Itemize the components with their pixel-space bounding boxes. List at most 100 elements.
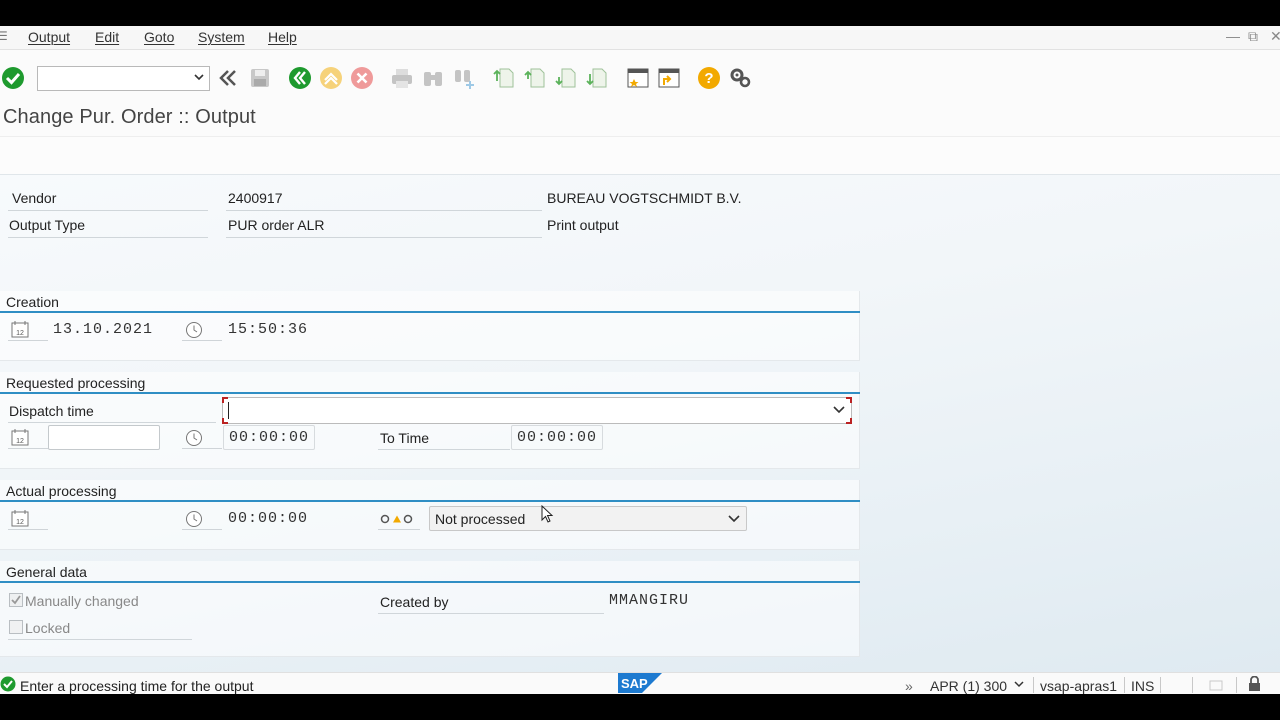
to-time-value: 00:00:00 [517, 429, 598, 446]
actual-date-icon-cell: 12 [8, 508, 48, 530]
command-input[interactable] [38, 67, 188, 89]
chevron-down-icon[interactable] [833, 405, 845, 415]
focus-corner [846, 418, 852, 424]
application-toolbar [0, 136, 1280, 174]
general-data-header: General data [0, 561, 860, 583]
actual-time-value: 00:00:00 [228, 510, 309, 527]
locked-underline [8, 639, 192, 640]
collapse-double-left-icon[interactable] [216, 66, 240, 90]
svg-text:12: 12 [16, 438, 24, 445]
chevron-down-icon[interactable] [194, 70, 204, 84]
vendor-value: 2400917 [228, 190, 283, 206]
svg-text:?: ? [704, 70, 713, 87]
to-time-label: To Time [380, 430, 430, 446]
actual-time-icon-cell [182, 508, 222, 530]
status-separator [1236, 677, 1237, 693]
svg-text:12: 12 [16, 519, 24, 526]
insert-mode[interactable]: INS [1131, 678, 1154, 694]
create-session-icon[interactable] [626, 66, 650, 90]
clock-icon [186, 430, 202, 446]
general-data-title: General data [6, 564, 87, 580]
calendar-icon: 12 [11, 429, 29, 446]
locked-session-icon [1209, 680, 1223, 691]
dispatch-time-label: Dispatch time [9, 403, 94, 419]
status-message[interactable]: Enter a processing time for the output [20, 678, 253, 694]
processing-status-select[interactable]: Not processed [429, 506, 747, 531]
clock-icon [186, 322, 202, 338]
enter-check-icon[interactable] [1, 66, 25, 90]
save-icon[interactable] [248, 66, 272, 90]
created-by-label-underline [378, 613, 604, 614]
actual-processing-title: Actual processing [6, 483, 117, 499]
print-icon[interactable] [390, 66, 414, 90]
standard-toolbar: ? [0, 50, 1280, 110]
requested-date-icon-cell: 12 [8, 427, 48, 449]
output-type-value: PUR order ALR [228, 217, 325, 233]
focus-corner [846, 397, 852, 403]
last-page-icon[interactable] [586, 66, 610, 90]
requested-time-value: 00:00:00 [229, 429, 310, 446]
requested-processing-title: Requested processing [6, 375, 146, 391]
created-by-label: Created by [380, 594, 449, 610]
system-menu-icon[interactable]: ☰ [0, 30, 9, 42]
minimize-icon[interactable]: — [1226, 28, 1240, 44]
manually-changed-checkbox[interactable] [9, 593, 23, 607]
status-expand-icon[interactable]: » [905, 678, 913, 694]
status-separator [1033, 677, 1034, 693]
customize-layout-icon[interactable] [728, 66, 752, 90]
next-page-icon[interactable] [555, 66, 579, 90]
dispatch-time-select[interactable] [222, 397, 852, 424]
requested-processing-header: Requested processing [0, 372, 860, 394]
find-icon[interactable] [421, 66, 445, 90]
output-type-description: Print output [547, 217, 619, 233]
first-page-icon[interactable] [493, 66, 517, 90]
previous-page-icon[interactable] [524, 66, 548, 90]
menu-help[interactable]: Help [268, 29, 297, 45]
cancel-icon[interactable] [350, 66, 374, 90]
help-icon[interactable]: ? [697, 66, 721, 90]
find-next-icon[interactable] [452, 66, 476, 90]
calendar-icon: 12 [11, 510, 29, 527]
creation-time-cell [182, 319, 222, 341]
close-icon[interactable]: ✕ [1270, 28, 1280, 45]
vendor-value-underline [226, 210, 542, 211]
creation-group: Creation 12 13.10.2021 15:50:36 [0, 291, 860, 361]
restore-icon[interactable]: ⧉ [1248, 28, 1258, 45]
status-bar: Enter a processing time for the output S… [0, 672, 1280, 694]
creation-group-header: Creation [0, 291, 860, 313]
sap-logo-icon: SAP [618, 673, 662, 693]
output-type-label: Output Type [9, 217, 86, 233]
menu-edit[interactable]: Edit [95, 29, 119, 45]
requested-time-input[interactable]: 00:00:00 [223, 425, 315, 450]
manually-changed-label: Manually changed [25, 593, 139, 609]
vendor-label-underline [8, 210, 208, 211]
layout-lock-icon[interactable] [1246, 676, 1264, 692]
menu-bar: ☰ Output Edit Goto System Help — ⧉ ✕ [0, 26, 1280, 50]
sap-gui-window: ☰ Output Edit Goto System Help — ⧉ ✕ ? C… [0, 26, 1280, 694]
actual-processing-header: Actual processing [0, 480, 860, 502]
chevron-down-icon[interactable] [728, 514, 740, 524]
requested-date-input[interactable] [48, 425, 160, 450]
created-by-value: MMANGIRU [609, 592, 690, 609]
menu-system[interactable]: System [198, 29, 245, 45]
menu-output[interactable]: Output [28, 29, 70, 45]
traffic-light-status-icon [380, 514, 413, 524]
chevron-down-icon[interactable] [1014, 681, 1024, 689]
back-icon[interactable] [288, 66, 312, 90]
exit-icon[interactable] [319, 66, 343, 90]
locked-checkbox[interactable] [9, 620, 23, 634]
title-bar: Change Pur. Order :: Output [0, 102, 1280, 136]
shortcut-icon[interactable] [657, 66, 681, 90]
text-cursor [228, 402, 229, 419]
focus-corner [222, 418, 228, 424]
status-separator [1160, 677, 1161, 693]
output-screen-content: Vendor 2400917 BUREAU VOGTSCHMIDT B.V. O… [0, 174, 1280, 674]
locked-label: Locked [25, 620, 71, 636]
menu-goto[interactable]: Goto [144, 29, 174, 45]
to-time-input[interactable]: 00:00:00 [511, 425, 603, 450]
command-field[interactable] [37, 66, 210, 91]
output-type-value-underline [226, 237, 542, 238]
output-type-label-underline [8, 237, 208, 238]
dispatch-time-label-underline [8, 422, 216, 423]
processing-status-value: Not processed [435, 511, 526, 527]
